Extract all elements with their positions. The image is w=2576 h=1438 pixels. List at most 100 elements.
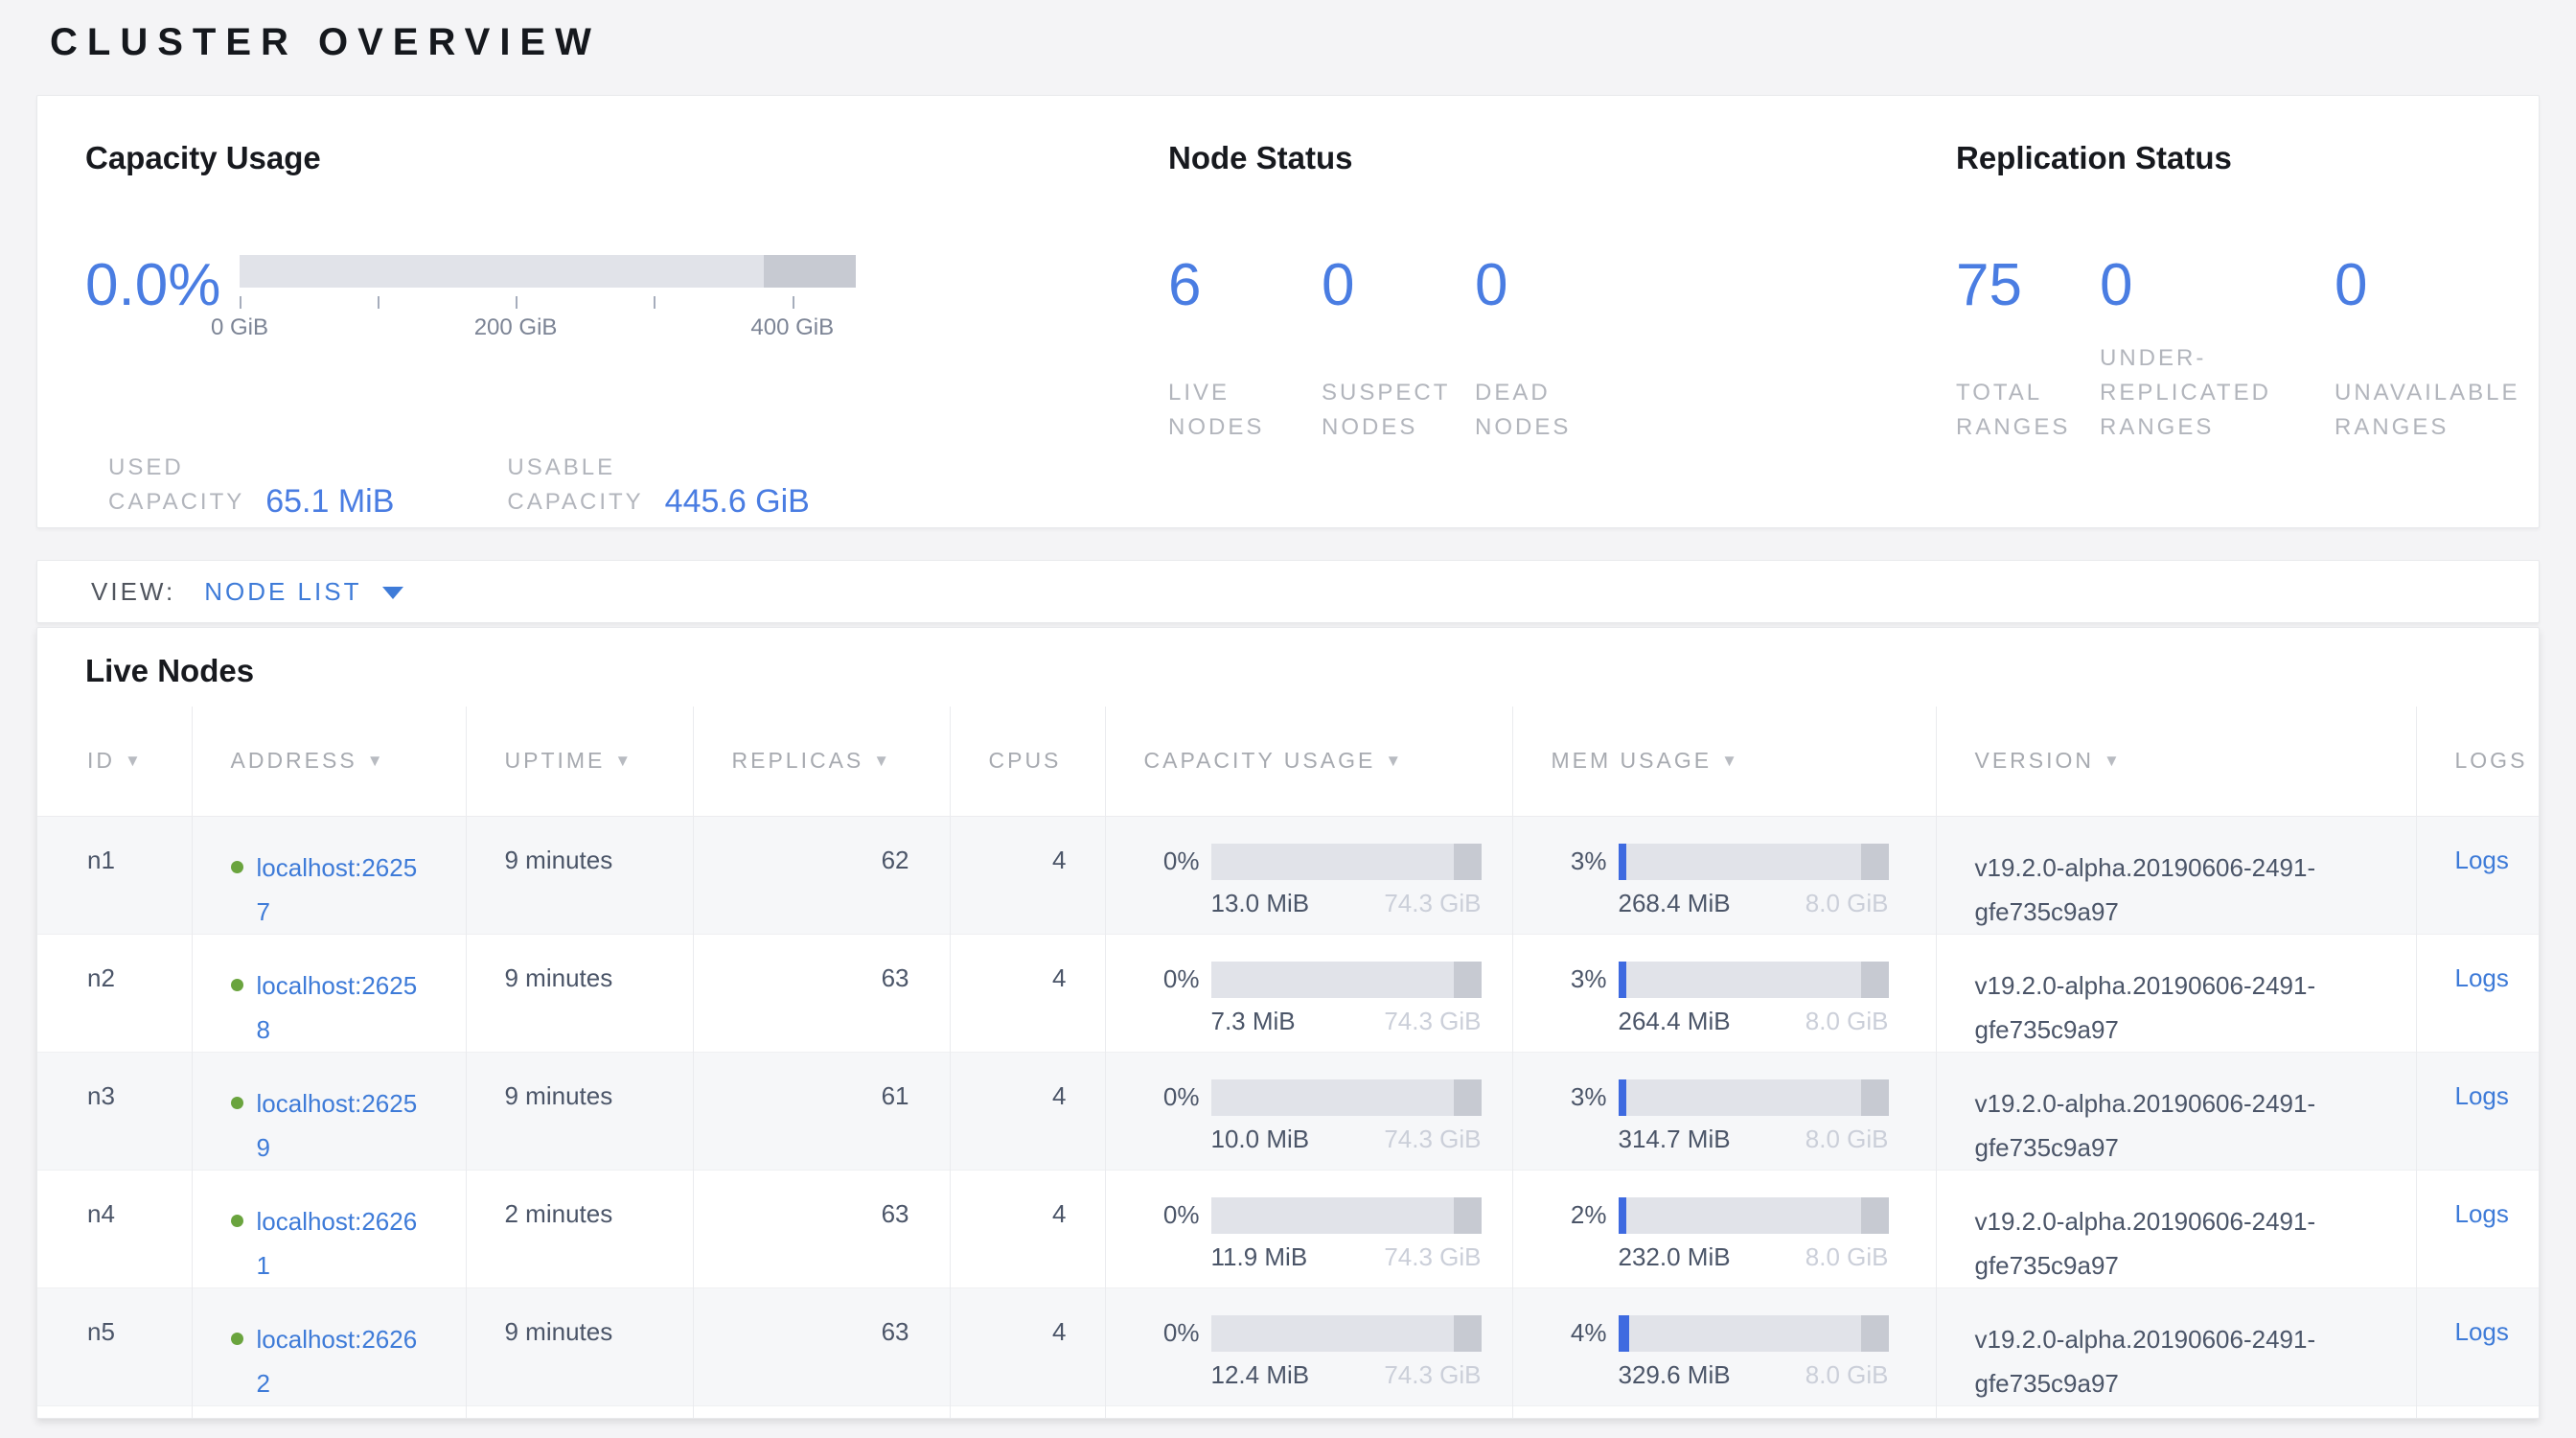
logs-link[interactable]: Logs [2455,846,2509,874]
stat-label: USED CAPACITY [108,451,244,520]
table-row: n4localhost:262612 minutes6340%11.9 MiB7… [37,1170,2540,1287]
capacity-bar-endcap [764,255,856,288]
node-address-link[interactable]: localhost:26257 [257,846,426,934]
column-header-id[interactable]: ID▼ [37,707,192,816]
cpus-cell: 4 [950,1170,1105,1287]
cpus-cell: 4 [950,816,1105,934]
used-value: 13.0 MiB [1211,889,1310,918]
logs-link[interactable]: Logs [2455,1317,2509,1346]
usage-bar [1211,1079,1482,1116]
stat-label: SUSPECT NODES [1322,376,1450,445]
node-address-link[interactable]: localhost:26259 [257,1081,426,1170]
replicas-cell: 62 [693,816,950,934]
used-value: 12.4 MiB [1211,1360,1310,1390]
version-cell: v19.2.0-alpha.20190606-2491-gfe735c9a97 [1936,816,2416,934]
cpus-cell: 4 [950,934,1105,1052]
column-label: VERSION [1975,748,2095,773]
version-string: v19.2.0-alpha.20190606-2491-gfe735c9a97 [1975,1317,2387,1405]
view-dropdown[interactable]: NODE LIST [204,577,403,607]
usage-percent: 2% [1552,1200,1607,1230]
column-header-address[interactable]: ADDRESS▼ [192,707,466,816]
usage-percent: 0% [1144,847,1200,876]
table-row-partial [37,1405,2540,1419]
stat-value: 0 [2334,253,2520,318]
usage-percent: 3% [1552,1082,1607,1112]
live-status-icon [231,1333,243,1345]
empty-cell [1936,1405,2416,1419]
sort-descending-icon: ▼ [367,752,386,770]
logs-cell: Logs [2416,1170,2540,1287]
mem-usage-cell: 4%329.6 MiB8.0 GiB [1512,1287,1936,1405]
usage-bar [1619,1197,1889,1234]
node-status-stats: 6LIVE NODES0SUSPECT NODES0DEAD NODES [1168,253,1956,445]
total-value: 8.0 GiB [1806,1125,1889,1154]
cpus-cell: 4 [950,1052,1105,1170]
column-header-uptime[interactable]: UPTIME▼ [466,707,693,816]
stat-value: 0 [1475,253,1628,318]
version-cell: v19.2.0-alpha.20190606-2491-gfe735c9a97 [1936,1287,2416,1405]
column-header-capacity[interactable]: CAPACITY USAGE▼ [1105,707,1512,816]
cluster-summary-card: Capacity Usage 0.0% 0 GiB200 GiB400 GiB … [36,95,2540,528]
logs-link[interactable]: Logs [2455,1199,2509,1228]
node-address-link[interactable]: localhost:26258 [257,963,426,1052]
capacity-usage-section: Capacity Usage 0.0% 0 GiB200 GiB400 GiB … [85,140,1168,527]
usage-meter: 0% [1144,844,1512,880]
total-value: 8.0 GiB [1806,889,1889,918]
logs-link[interactable]: Logs [2455,963,2509,992]
usage-percent: 0% [1144,1318,1200,1348]
usage-bar [1619,844,1889,880]
view-selector-bar: VIEW: NODE LIST [36,560,2540,623]
node-status-section: Node Status 6LIVE NODES0SUSPECT NODES0DE… [1168,140,1956,527]
capacity-usage-cell: 0% 12.4 MiB74.3 GiB [1105,1287,1512,1405]
axis-tick-label: 200 GiB [474,314,558,341]
uptime-cell: 2 minutes [466,1170,693,1287]
column-header-replicas[interactable]: REPLICAS▼ [693,707,950,816]
total-value: 74.3 GiB [1384,889,1481,918]
version-string: v19.2.0-alpha.20190606-2491-gfe735c9a97 [1975,963,2387,1052]
stat-value: 65.1 MiB [265,483,394,520]
version-cell: v19.2.0-alpha.20190606-2491-gfe735c9a97 [1936,1052,2416,1170]
usage-bar [1211,844,1482,880]
stat-label: USABLE CAPACITY [507,451,643,520]
live-nodes-card: Live Nodes ID▼ADDRESS▼UPTIME▼REPLICAS▼CP… [36,627,2540,1419]
empty-cell [693,1405,950,1419]
replication-status-section: Replication Status 75TOTAL RANGES0UNDER-… [1956,140,2539,527]
node-address-link[interactable]: localhost:26262 [257,1317,426,1405]
replicas-cell: 61 [693,1052,950,1170]
logs-link[interactable]: Logs [2455,1081,2509,1110]
uptime-cell: 9 minutes [466,816,693,934]
capacity-usage-cell: 0% 13.0 MiB 74.3 GiB [1105,816,1512,934]
logs-cell: Logs [2416,934,2540,1052]
capacity-stats: USED CAPACITY 65.1 MiB USABLE CAPACITY 445.… [85,451,1168,520]
usage-percent: 0% [1144,964,1200,994]
usage-meter: 2% [1552,1197,1936,1234]
usage-values: 13.0 MiB 74.3 GiB [1211,889,1482,918]
version-string: v19.2.0-alpha.20190606-2491-gfe735c9a97 [1975,1081,2387,1170]
total-value: 74.3 GiB [1384,1125,1481,1154]
uptime-cell: 9 minutes [466,934,693,1052]
node-address: localhost:26258 [231,963,466,1052]
used-value: 268.4 MiB [1619,889,1731,918]
usage-values: 12.4 MiB74.3 GiB [1211,1360,1482,1390]
node-address-link[interactable]: localhost:26261 [257,1199,426,1287]
usage-meter: 4% [1552,1315,1936,1352]
column-label: MEM USAGE [1552,748,1713,773]
stat-value: 445.6 GiB [665,483,810,520]
column-header-version[interactable]: VERSION ▼ [1936,707,2416,816]
capacity-usage-chart: 0 GiB200 GiB400 GiB [240,255,856,349]
empty-cell [37,1405,192,1419]
capacity-axis: 0 GiB200 GiB400 GiB [240,288,856,349]
live-status-icon [231,1215,243,1227]
column-label: REPLICAS [732,748,864,773]
axis-tick [793,296,794,309]
used-value: 7.3 MiB [1211,1007,1296,1036]
stat-value: 6 [1168,253,1322,318]
node-address: localhost:26261 [231,1199,466,1287]
mem-usage-cell: 3%314.7 MiB8.0 GiB [1512,1052,1936,1170]
usage-values: 10.0 MiB74.3 GiB [1211,1125,1482,1154]
column-header-memory[interactable]: MEM USAGE▼ [1512,707,1936,816]
node-id-cell: n3 [37,1052,192,1170]
sort-descending-icon: ▼ [2104,752,2123,770]
node-address-cell: localhost:26261 [192,1170,466,1287]
empty-cell [950,1405,1105,1419]
